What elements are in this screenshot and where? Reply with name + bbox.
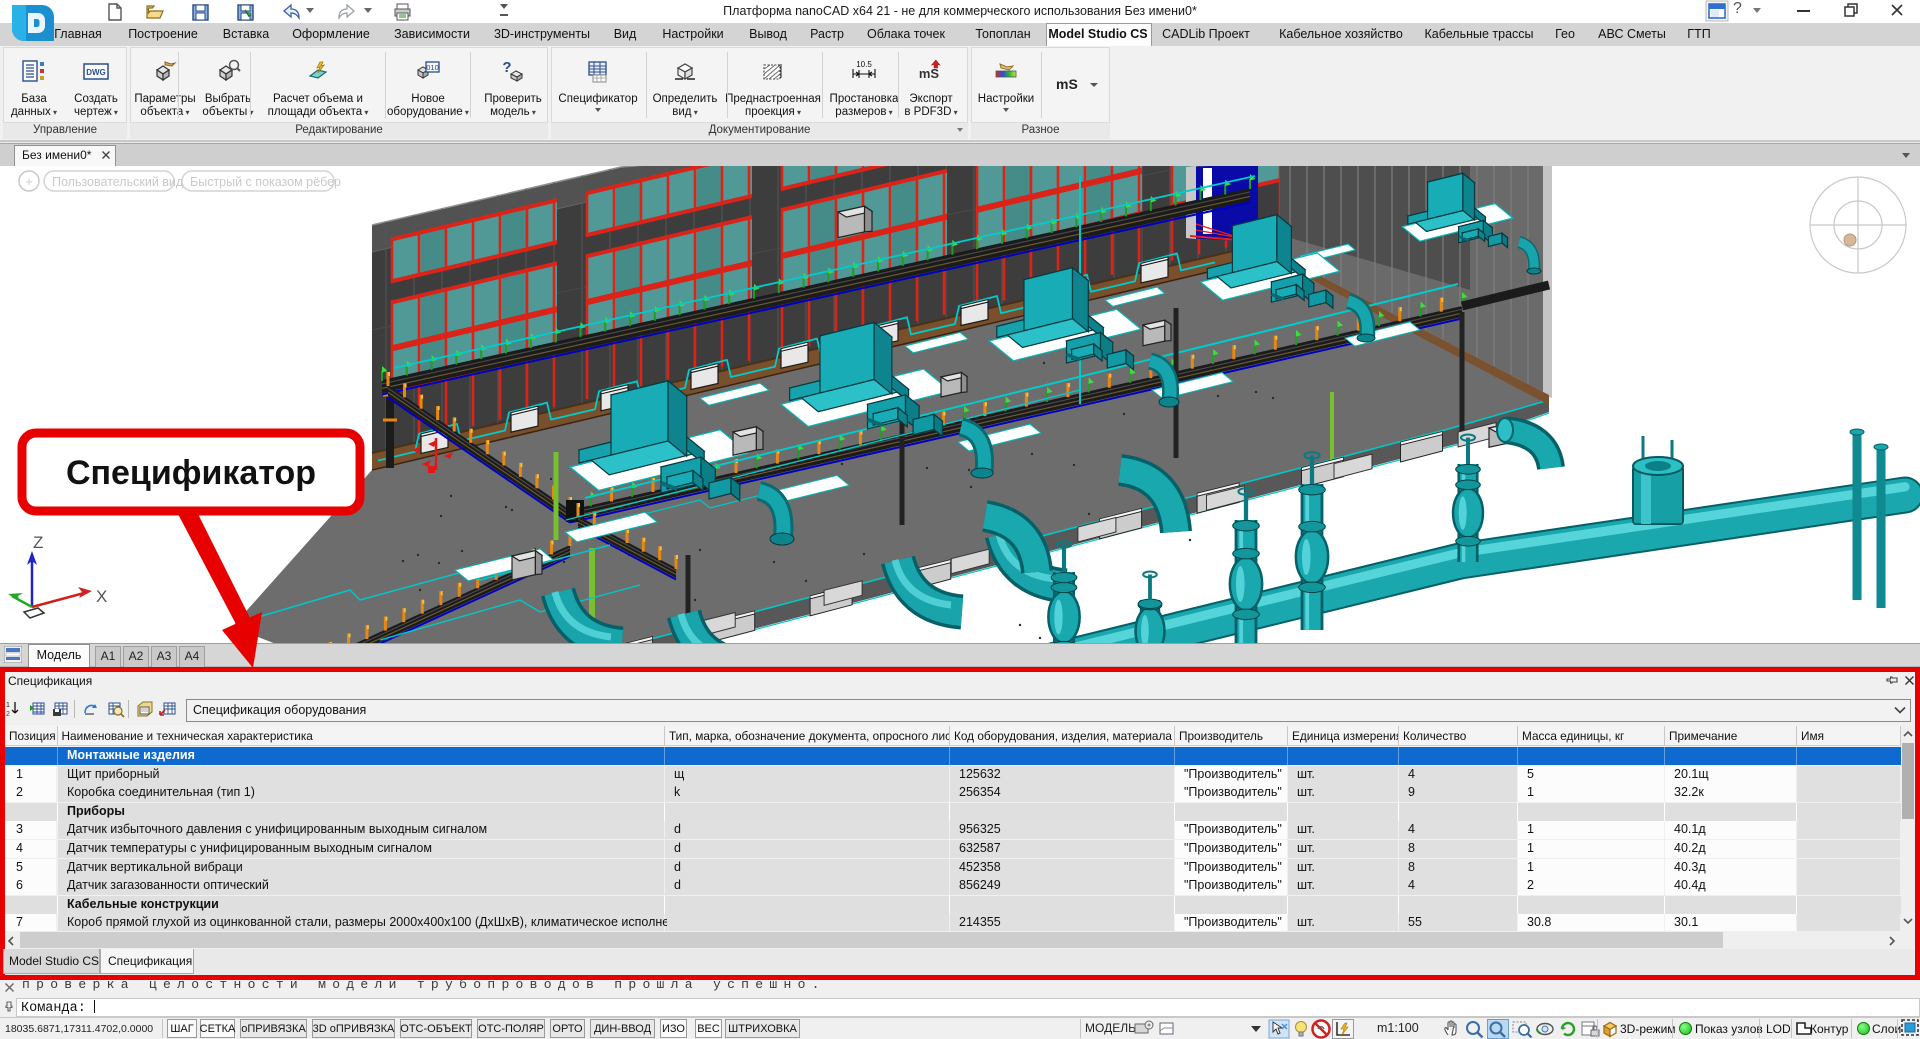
svg-text:Спецификатор: Спецификатор — [66, 454, 316, 492]
svg-text:Z: Z — [33, 533, 43, 552]
svg-text:Пользовательский вид: Пользовательский вид — [52, 175, 184, 189]
svg-text:DWG: DWG — [86, 68, 106, 77]
svg-text:010: 010 — [426, 63, 439, 72]
svg-text:mS: mS — [919, 66, 940, 81]
svg-text:1: 1 — [6, 702, 10, 709]
svg-text:10.5: 10.5 — [856, 60, 872, 69]
svg-text:Быстрый с показом рёбер: Быстрый с показом рёбер — [190, 175, 341, 189]
svg-text:2: 2 — [6, 711, 10, 718]
svg-text:+: + — [25, 174, 33, 189]
svg-text:?: ? — [502, 59, 511, 76]
svg-text:X: X — [96, 587, 107, 606]
